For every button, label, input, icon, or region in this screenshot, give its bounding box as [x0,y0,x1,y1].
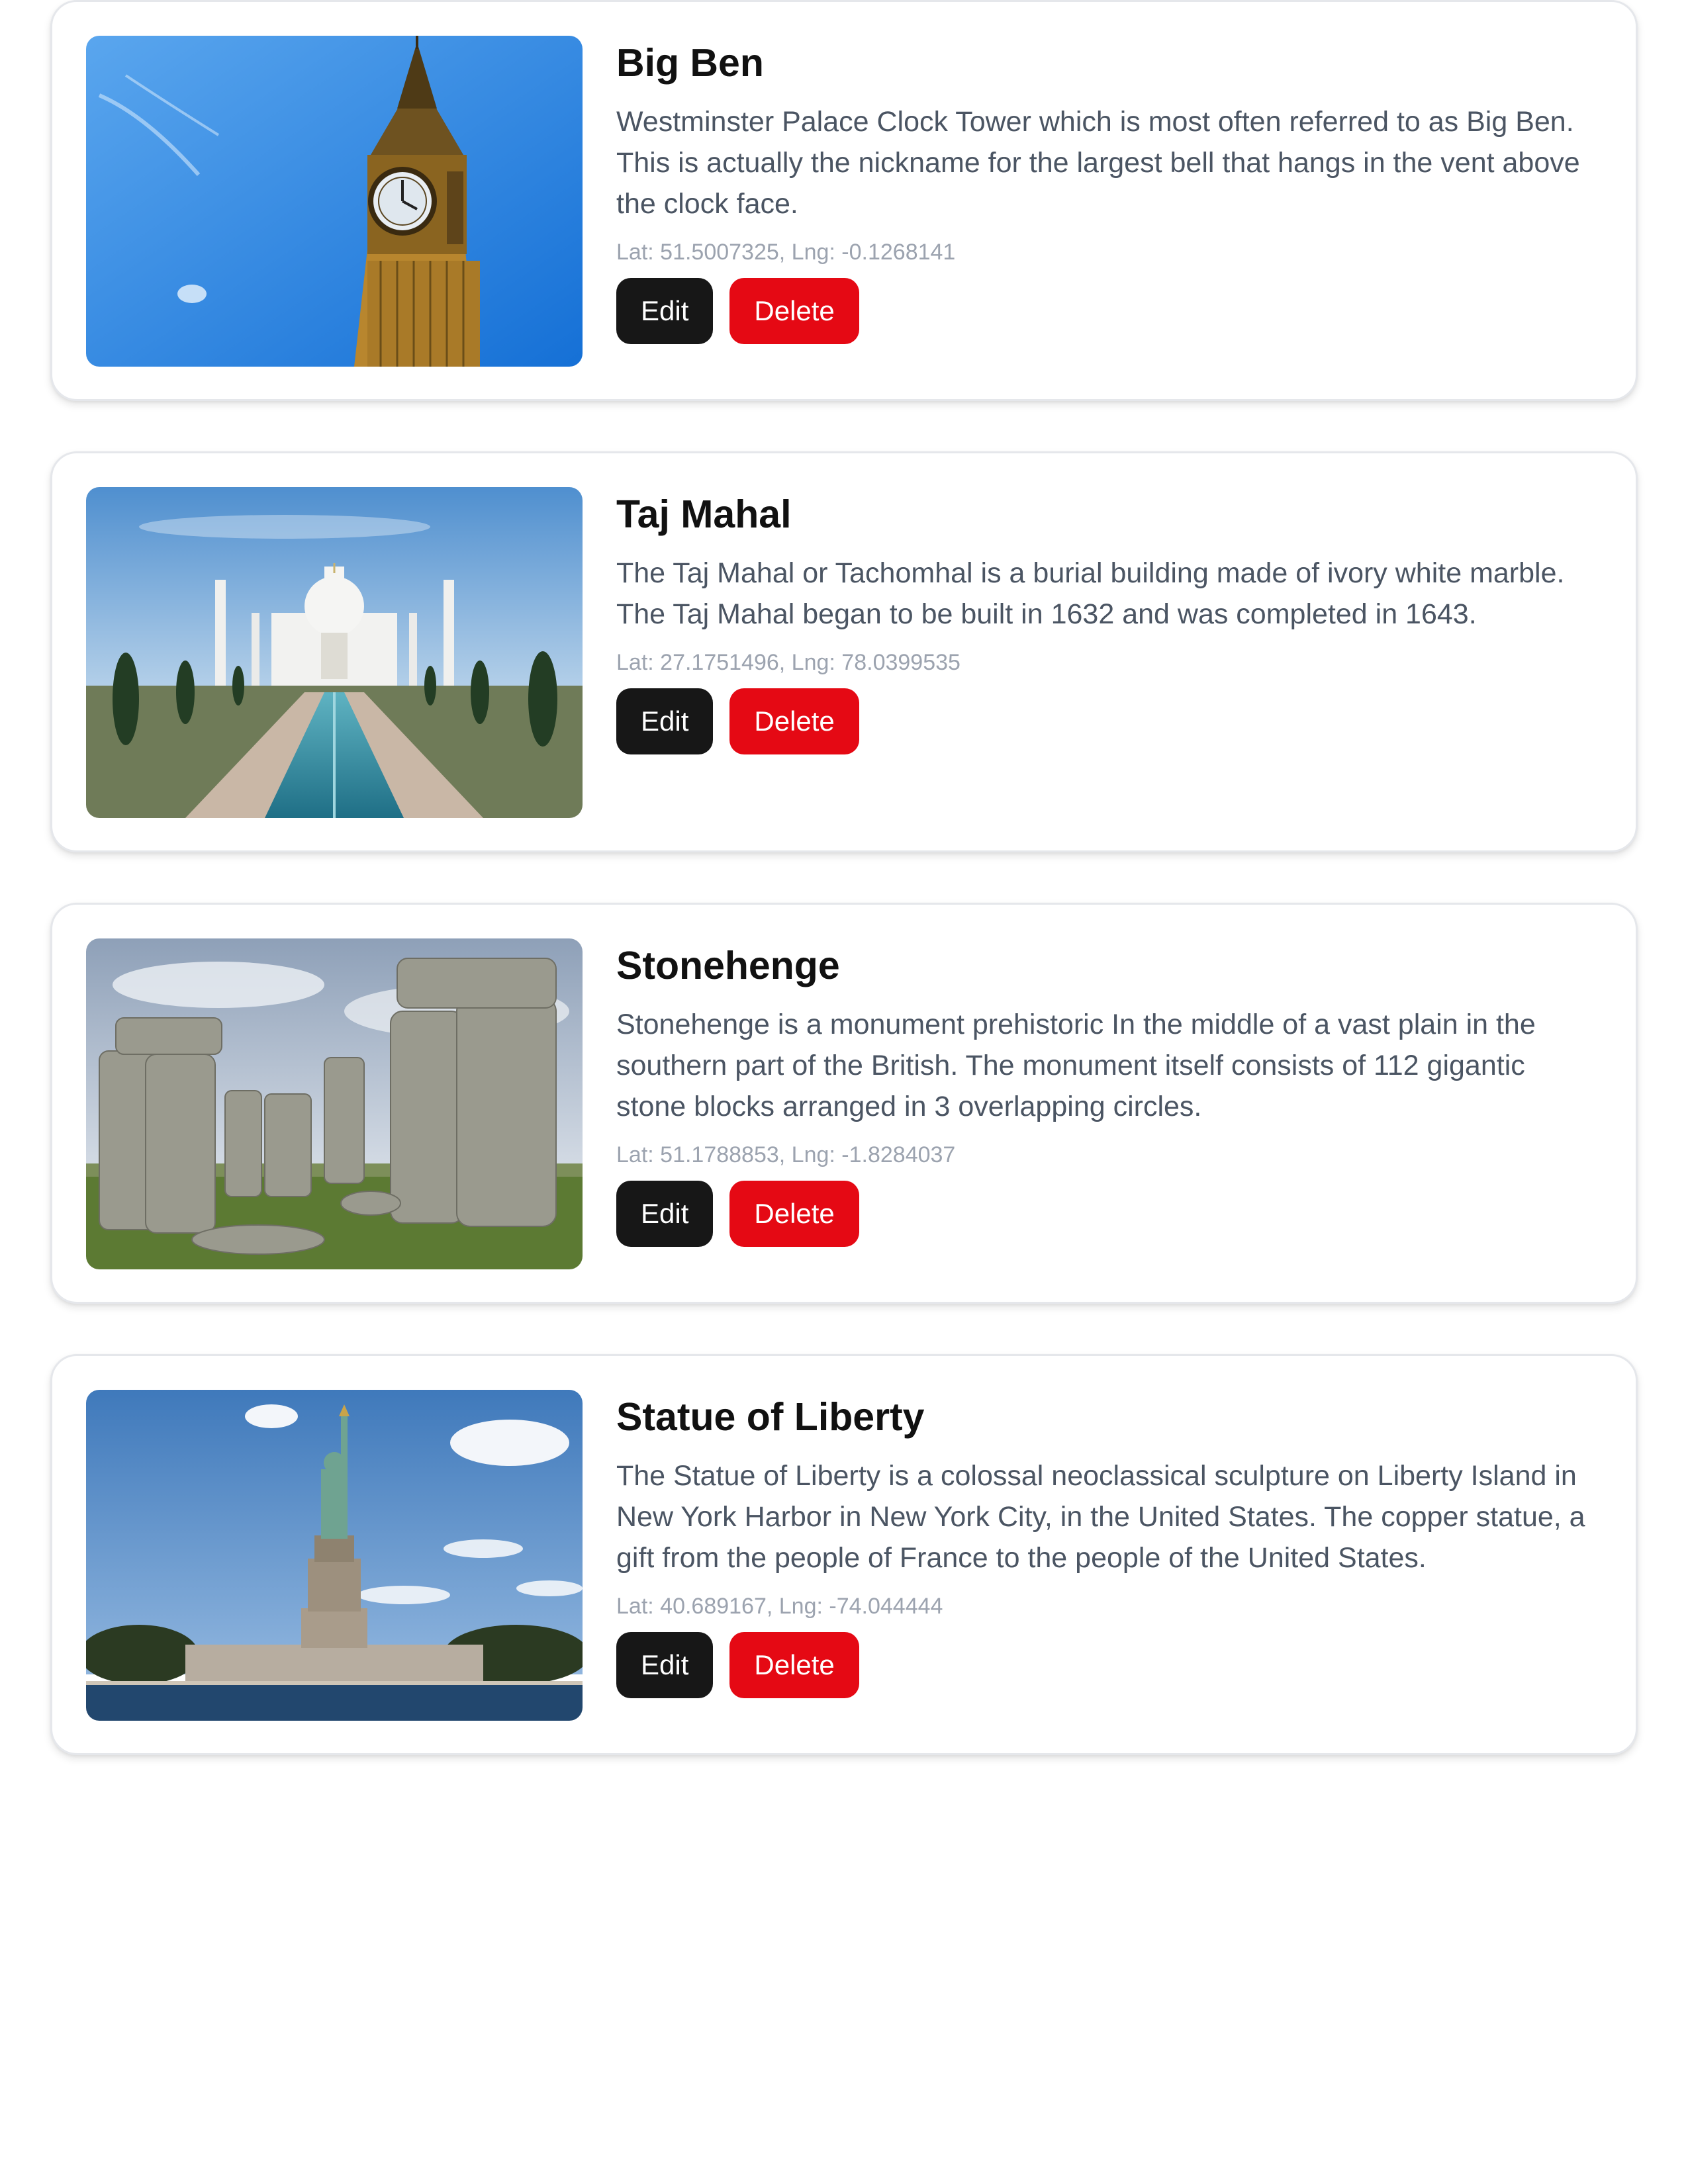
card-actions: Edit Delete [616,688,1596,754]
card-actions: Edit Delete [616,1180,1596,1247]
landmark-description: Stonehenge is a monument prehistoric In … [616,1009,1536,1122]
landmark-coordinates: Lat: 51.5007325, Lng: -0.1268141 [616,240,956,265]
landmark-card: Statue of Liberty The Statue of Liberty … [50,1354,1638,1755]
landmark-description: Westminster Palace Clock Tower which is … [616,106,1580,220]
card-actions: Edit Delete [616,1631,1596,1698]
landmark-coordinates: Lat: 27.1751496, Lng: 78.0399535 [616,650,961,675]
landmark-coordinates: Lat: 40.689167, Lng: -74.044444 [616,1594,943,1619]
landmark-card: Taj Mahal The Taj Mahal or Tachomhal is … [50,451,1638,852]
card-actions: Edit Delete [616,277,1596,344]
landmark-title: Statue of Liberty [616,1395,925,1439]
landmark-image-statue-of-liberty [86,1390,583,1721]
landmark-description: The Taj Mahal or Tachomhal is a burial b… [616,557,1565,630]
delete-button[interactable]: Delete [729,277,859,344]
edit-button[interactable]: Edit [616,688,714,754]
landmark-image-stonehenge [86,938,583,1269]
delete-button[interactable]: Delete [729,688,859,754]
edit-button[interactable]: Edit [616,277,714,344]
delete-button[interactable]: Delete [729,1180,859,1247]
landmark-list: Big Ben Westminster Palace Clock Tower w… [50,0,1638,1805]
landmark-image-big-ben [86,36,583,367]
landmark-details: Big Ben Westminster Palace Clock Tower w… [616,36,1596,344]
landmark-description: The Statue of Liberty is a colossal neoc… [616,1460,1585,1574]
landmark-card: Big Ben Westminster Palace Clock Tower w… [50,0,1638,401]
landmark-title: Taj Mahal [616,492,792,536]
edit-button[interactable]: Edit [616,1631,714,1698]
landmark-details: Statue of Liberty The Statue of Liberty … [616,1390,1596,1698]
landmark-image-taj-mahal [86,487,583,818]
landmark-details: Stonehenge Stonehenge is a monument preh… [616,938,1596,1247]
landmark-card: Stonehenge Stonehenge is a monument preh… [50,903,1638,1304]
landmark-title: Big Ben [616,41,764,85]
edit-button[interactable]: Edit [616,1180,714,1247]
delete-button[interactable]: Delete [729,1631,859,1698]
landmark-details: Taj Mahal The Taj Mahal or Tachomhal is … [616,487,1596,754]
landmark-coordinates: Lat: 51.1788853, Lng: -1.8284037 [616,1142,956,1167]
landmark-title: Stonehenge [616,944,840,987]
